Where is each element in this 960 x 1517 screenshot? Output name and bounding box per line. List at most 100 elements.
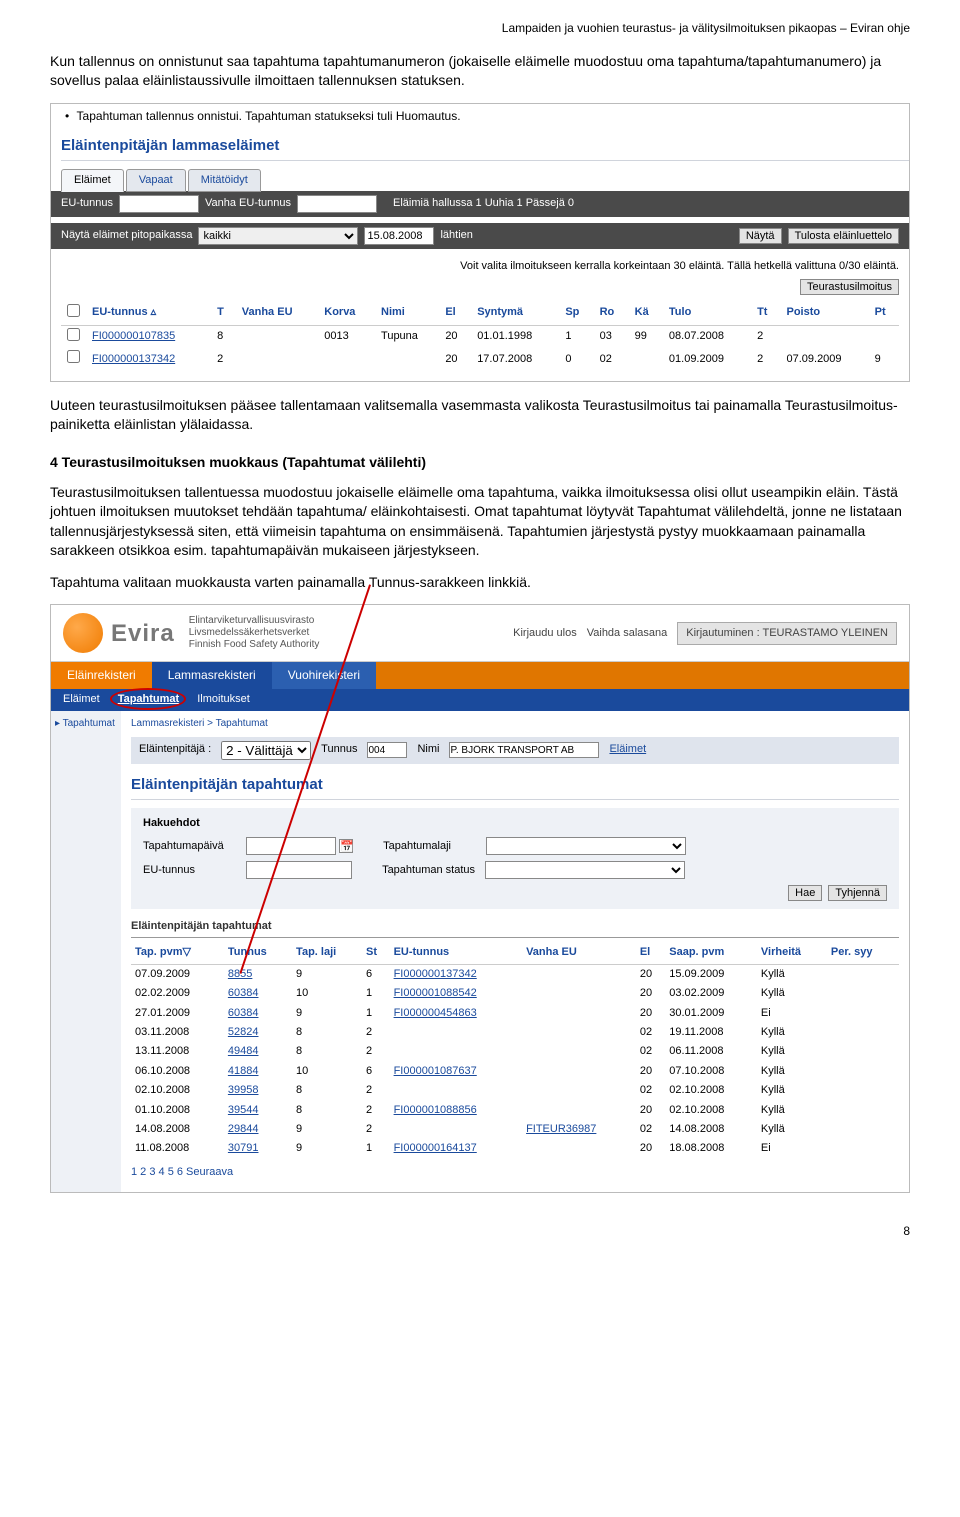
input-owner-nimi[interactable] xyxy=(449,742,599,758)
subnav-tapahtumat[interactable]: Tapahtumat xyxy=(118,692,180,707)
col-header[interactable]: Korva xyxy=(318,301,375,326)
col-header[interactable]: Saap. pvm xyxy=(665,942,757,964)
col-header[interactable]: Tunnus xyxy=(224,942,292,964)
input-tapahtumapaiva[interactable] xyxy=(246,837,336,855)
col-header[interactable]: Sp xyxy=(559,301,593,326)
select-pitopaikka[interactable]: kaikki xyxy=(198,227,358,245)
table-cell: 01.10.2008 xyxy=(131,1101,224,1120)
btn-hae[interactable]: Hae xyxy=(788,885,822,901)
subnav-elaimet[interactable]: Eläimet xyxy=(63,692,100,707)
link-eutunnus[interactable]: FI000001088856 xyxy=(394,1104,477,1116)
table-cell: 02 xyxy=(594,348,629,370)
table-cell: 0013 xyxy=(318,325,375,348)
link-tunnus[interactable]: 41884 xyxy=(228,1065,259,1077)
col-header[interactable]: Per. syy xyxy=(827,942,899,964)
col-header[interactable]: Syntymä xyxy=(471,301,559,326)
btn-nayta[interactable]: Näytä xyxy=(739,228,782,244)
link-tunnus[interactable]: 39958 xyxy=(228,1084,259,1096)
tab-elaimet[interactable]: Eläimet xyxy=(61,169,124,192)
col-header[interactable]: Tap. pvm▽ xyxy=(131,942,224,964)
table-cell: 03.02.2009 xyxy=(665,984,757,1003)
select-owner[interactable]: 2 - Välittäjä xyxy=(221,741,311,760)
table-cell: 1 xyxy=(362,1004,390,1023)
link-eu-tunnus[interactable]: FI000000107835 xyxy=(92,330,175,342)
table-cell: 2 xyxy=(362,1081,390,1100)
col-header[interactable]: El xyxy=(439,301,471,326)
side-item-tapahtumat[interactable]: ▸ Tapahtumat xyxy=(55,717,117,731)
col-header[interactable]: Vanha EU xyxy=(236,301,318,326)
screenshot-tapahtumat: Evira Elintarviketurvallisuusvirasto Liv… xyxy=(50,604,910,1193)
link-eutunnus[interactable]: FI000000164137 xyxy=(394,1142,477,1154)
link-tunnus[interactable]: 60384 xyxy=(228,987,259,999)
table-cell: 9 xyxy=(869,348,899,370)
table-cell: Ei xyxy=(757,1139,827,1158)
link-eutunnus[interactable]: FI000001088542 xyxy=(394,987,477,999)
table-cell: 9 xyxy=(292,964,362,984)
col-header[interactable]: Poisto xyxy=(780,301,868,326)
table-cell: 10 xyxy=(292,1062,362,1081)
col-header[interactable]: Nimi xyxy=(375,301,439,326)
table-cell: 2 xyxy=(751,348,780,370)
link-tunnus[interactable]: 29844 xyxy=(228,1123,259,1135)
tab-mitatoidyt[interactable]: Mitätöidyt xyxy=(188,169,261,192)
row-checkbox[interactable] xyxy=(67,328,80,341)
link-eutunnus[interactable]: FI000001087637 xyxy=(394,1065,477,1077)
tab-elainrekisteri[interactable]: Eläinrekisteri xyxy=(51,662,152,689)
table-cell: 1 xyxy=(362,984,390,1003)
link-tunnus[interactable]: 39544 xyxy=(228,1104,259,1116)
select-tap-status[interactable] xyxy=(485,861,685,879)
col-header[interactable]: Vanha EU xyxy=(522,942,636,964)
row-checkbox[interactable] xyxy=(67,350,80,363)
link-eutunnus[interactable]: FI000000137342 xyxy=(394,968,477,980)
input-date[interactable] xyxy=(364,227,434,245)
input-eu-tunnus[interactable] xyxy=(119,195,199,213)
table-row: 01.10.20083954482FI0000010888562002.10.2… xyxy=(131,1101,899,1120)
table-cell xyxy=(869,325,899,348)
input-owner-tunnus[interactable] xyxy=(367,742,407,758)
link-eu-tunnus[interactable]: FI000000137342 xyxy=(92,353,175,365)
tab-vapaat[interactable]: Vapaat xyxy=(126,169,186,192)
table-cell: 8 xyxy=(211,325,236,348)
search-heading: Hakuehdot xyxy=(143,816,887,831)
registry-tabs: Eläinrekisteri Lammasrekisteri Vuohireki… xyxy=(51,662,909,689)
table-cell: 8855 xyxy=(224,964,292,984)
link-tunnus[interactable]: 30791 xyxy=(228,1142,259,1154)
paging[interactable]: 1 2 3 4 5 6 Seuraava xyxy=(131,1159,899,1186)
link-tunnus[interactable]: 52824 xyxy=(228,1026,259,1038)
link-elaimet[interactable]: Eläimet xyxy=(609,742,646,757)
btn-tyhjenna[interactable]: Tyhjennä xyxy=(828,885,887,901)
subnav-ilmoitukset[interactable]: Ilmoitukset xyxy=(197,692,250,707)
link-change-pw[interactable]: Vaihda salasana xyxy=(587,626,668,641)
col-header[interactable]: EU-tunnus ▵ xyxy=(86,301,211,326)
col-header[interactable]: St xyxy=(362,942,390,964)
col-header[interactable]: Tap. laji xyxy=(292,942,362,964)
link-logout[interactable]: Kirjaudu ulos xyxy=(513,626,577,641)
col-header[interactable]: Ro xyxy=(594,301,629,326)
link-tunnus[interactable]: 60384 xyxy=(228,1007,259,1019)
col-header[interactable]: EU-tunnus xyxy=(390,942,522,964)
tab-vuohirekisteri[interactable]: Vuohirekisteri xyxy=(272,662,376,689)
col-header[interactable]: Tulo xyxy=(663,301,751,326)
table-cell: 30791 xyxy=(224,1139,292,1158)
table-cell: 0 xyxy=(559,348,593,370)
link-eutunnus[interactable]: FITEUR36987 xyxy=(526,1123,596,1135)
calendar-icon[interactable]: 📅 xyxy=(339,839,353,853)
link-tunnus[interactable]: 49484 xyxy=(228,1045,259,1057)
checkbox-all[interactable] xyxy=(67,304,80,317)
col-header[interactable]: T xyxy=(211,301,236,326)
btn-tulosta[interactable]: Tulosta eläinluettelo xyxy=(788,228,899,244)
col-header[interactable]: Tt xyxy=(751,301,780,326)
link-eutunnus[interactable]: FI000000454863 xyxy=(394,1007,477,1019)
btn-teurastusilmoitus[interactable]: Teurastusilmoitus xyxy=(800,279,899,295)
col-header[interactable]: Virheitä xyxy=(757,942,827,964)
input-eutunnus[interactable] xyxy=(246,861,352,879)
col-header[interactable]: Kä xyxy=(629,301,663,326)
col-header[interactable]: Pt xyxy=(869,301,899,326)
table-cell: Ei xyxy=(757,1004,827,1023)
select-tapahtumalaji[interactable] xyxy=(486,837,686,855)
input-vanha-eu[interactable] xyxy=(297,195,377,213)
col-header[interactable]: El xyxy=(636,942,665,964)
col-checkbox[interactable] xyxy=(61,301,86,326)
table-cell xyxy=(390,1023,522,1042)
tab-lammasrekisteri[interactable]: Lammasrekisteri xyxy=(152,662,272,689)
